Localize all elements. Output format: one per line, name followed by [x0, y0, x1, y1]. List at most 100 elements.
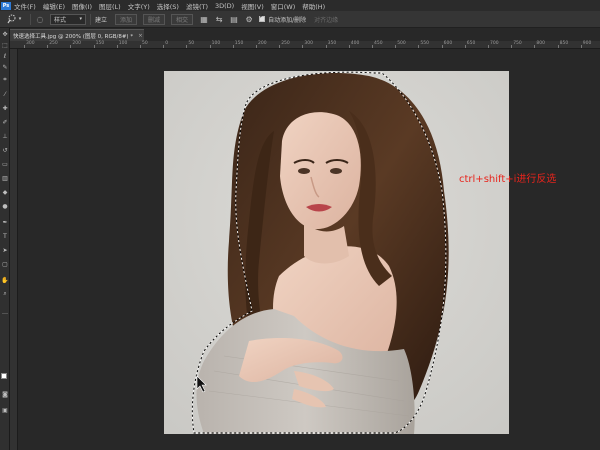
divider — [90, 13, 91, 25]
ruler-tick-mark — [116, 45, 118, 48]
more-tools-icon[interactable]: … — [1, 308, 9, 316]
ruler-tick-mark — [395, 45, 397, 48]
menu-view[interactable]: 视图(V) — [241, 1, 264, 11]
ruler-tick-label: 500 — [397, 41, 406, 46]
gear-icon[interactable]: ⚙ — [244, 14, 254, 24]
move-tool-icon[interactable]: ✥ — [1, 30, 9, 38]
sample-all-icon[interactable]: ▦ — [199, 14, 209, 24]
ruler-tick-mark — [441, 45, 443, 48]
style-dropdown[interactable]: 样式 ▾ — [50, 13, 86, 25]
ruler-tick-label: 50 — [142, 41, 148, 46]
ruler-tick-label: 250 — [49, 41, 58, 46]
blur-tool-icon[interactable]: ◆ — [1, 188, 9, 196]
menu-bar: Ps 文件(F) 编辑(E) 图像(I) 图层(L) 文字(Y) 选择(S) 滤… — [0, 0, 600, 11]
canvas-area[interactable] — [19, 49, 600, 450]
auto-add-checkbox[interactable] — [259, 13, 266, 22]
vertical-ruler — [10, 49, 18, 450]
ruler-tick-label: 700 — [490, 41, 499, 46]
auto-add-label: 自动添加/删除 — [268, 16, 307, 24]
marquee-tool-icon[interactable]: ⬚ — [1, 41, 9, 49]
menu-select[interactable]: 选择(S) — [157, 1, 179, 11]
zoom-tool-icon[interactable]: ⌕ — [1, 290, 9, 298]
ruler-tick-label: 800 — [536, 41, 545, 46]
lasso-tool-icon[interactable]: ℓ — [1, 52, 9, 60]
ruler-tick-mark — [372, 45, 373, 48]
crop-tool-icon[interactable]: ⌗ — [1, 76, 9, 84]
ruler-tick-mark — [464, 45, 466, 48]
ruler-tick-mark — [534, 45, 536, 48]
menu-type[interactable]: 文字(Y) — [128, 1, 150, 11]
ruler-tick-label: 550 — [420, 41, 429, 46]
align-icon[interactable]: ⇆ — [214, 14, 224, 24]
ruler-tick-label: 250 — [281, 41, 290, 46]
ruler-tick-label: 350 — [327, 41, 337, 46]
pen-tool-icon[interactable]: ✒ — [1, 218, 9, 226]
menu-file[interactable]: 文件(F) — [14, 1, 36, 11]
align-edges-label[interactable]: 对齐边缘 — [314, 15, 338, 24]
ruler-tick-label: 100 — [211, 41, 221, 46]
tool-preset-picker[interactable]: ▾ — [2, 13, 26, 26]
eyedropper-tool-icon[interactable]: ⁄ — [1, 90, 9, 98]
history-brush-icon[interactable]: ↺ — [1, 146, 9, 154]
shape-tool-icon[interactable]: ▢ — [1, 260, 9, 268]
menu-edit[interactable]: 编辑(E) — [43, 1, 65, 11]
options-bar: ▾ ◌ 样式 ▾ 建立 添加 删减 相交 ▦ ⇆ ▤ ⚙ 自动添加/删除 对齐边… — [0, 11, 600, 28]
ruler-tick-mark — [140, 45, 141, 48]
tutorial-annotation: ctrl+shift+i进行反选 — [459, 174, 557, 185]
ruler-tick-mark — [302, 45, 304, 48]
ruler-tick-label: 100 — [118, 41, 128, 46]
hand-tool-icon[interactable]: ✋ — [1, 276, 9, 284]
style-dropdown-value: 样式 — [54, 16, 67, 24]
ruler-tick-mark — [24, 45, 25, 48]
quick-selection-tool-icon[interactable]: ✎ — [1, 63, 9, 71]
ruler-tick-mark — [209, 45, 211, 48]
portrait-image — [164, 71, 509, 434]
add-to-selection-button[interactable]: 添加 — [115, 13, 138, 25]
ruler-tick-mark — [93, 45, 95, 48]
menu-window[interactable]: 窗口(W) — [271, 1, 296, 11]
menu-filter[interactable]: 滤镜(T) — [186, 1, 208, 11]
document-tab[interactable]: 快速选择工具.jpg @ 200% (图层 0, RGB/8#) * × — [10, 29, 144, 41]
ruler-tick-label: 300 — [26, 41, 35, 46]
menu-layer[interactable]: 图层(L) — [99, 1, 121, 11]
path-selection-icon[interactable]: ➤ — [1, 246, 9, 254]
ruler-tick-mark — [511, 45, 513, 48]
new-selection-label[interactable]: 建立 — [95, 15, 107, 24]
ruler-tick-label: 650 — [466, 41, 476, 46]
dodge-tool-icon[interactable]: ● — [1, 202, 9, 210]
ruler-tick-label: 200 — [258, 41, 267, 46]
brush-size-icon[interactable]: ◌ — [35, 14, 45, 24]
eraser-tool-icon[interactable]: ▭ — [1, 160, 9, 168]
document-tab-bar: 快速选择工具.jpg @ 200% (图层 0, RGB/8#) * × — [10, 29, 600, 41]
ruler-tick-mark — [70, 45, 72, 48]
distribute-icon[interactable]: ▤ — [229, 14, 239, 24]
ruler-tick-label: 0 — [165, 41, 169, 46]
quick-mask-icon[interactable]: ◙ — [1, 390, 9, 398]
document-tab-title: 快速选择工具.jpg @ 200% (图层 0, RGB/8#) * — [13, 33, 134, 40]
ruler-tick-label: 850 — [559, 41, 569, 46]
stamp-tool-icon[interactable]: ⊥ — [1, 132, 9, 140]
healing-tool-icon[interactable]: ✚ — [1, 104, 9, 112]
screen-mode-icon[interactable]: ▣ — [1, 406, 9, 414]
ruler-tick-label: 150 — [95, 41, 105, 46]
ruler-tick-mark — [279, 45, 281, 48]
ruler-tick-mark — [325, 45, 327, 48]
close-icon[interactable]: × — [138, 33, 143, 39]
type-tool-icon[interactable]: T — [1, 232, 9, 240]
portrait-photo[interactable] — [164, 71, 509, 434]
ruler-tick-label: 750 — [513, 41, 522, 46]
menu-help[interactable]: 帮助(H) — [302, 1, 325, 11]
ruler-tick-mark — [47, 45, 49, 48]
ruler-tick-label: 300 — [304, 41, 313, 46]
ruler-tick-label: 400 — [350, 41, 360, 46]
menu-image[interactable]: 图像(I) — [72, 1, 92, 11]
intersect-selection-button[interactable]: 相交 — [171, 13, 194, 25]
gradient-tool-icon[interactable]: ▥ — [1, 174, 9, 182]
brush-tool-icon[interactable]: ✐ — [1, 118, 9, 126]
photoshop-logo-icon: Ps — [1, 1, 11, 10]
foreground-color-swatch[interactable] — [1, 373, 7, 379]
subtract-selection-button[interactable]: 删减 — [143, 13, 166, 25]
ruler-tick-label: 200 — [72, 41, 81, 46]
menu-3d[interactable]: 3D(D) — [215, 2, 234, 10]
tools-panel: ✥ ⬚ ℓ ✎ ⌗ ⁄ ✚ ✐ ⊥ ↺ ▭ ▥ ◆ ● ✒ T ➤ ▢ ✋ ⌕ … — [0, 28, 10, 450]
